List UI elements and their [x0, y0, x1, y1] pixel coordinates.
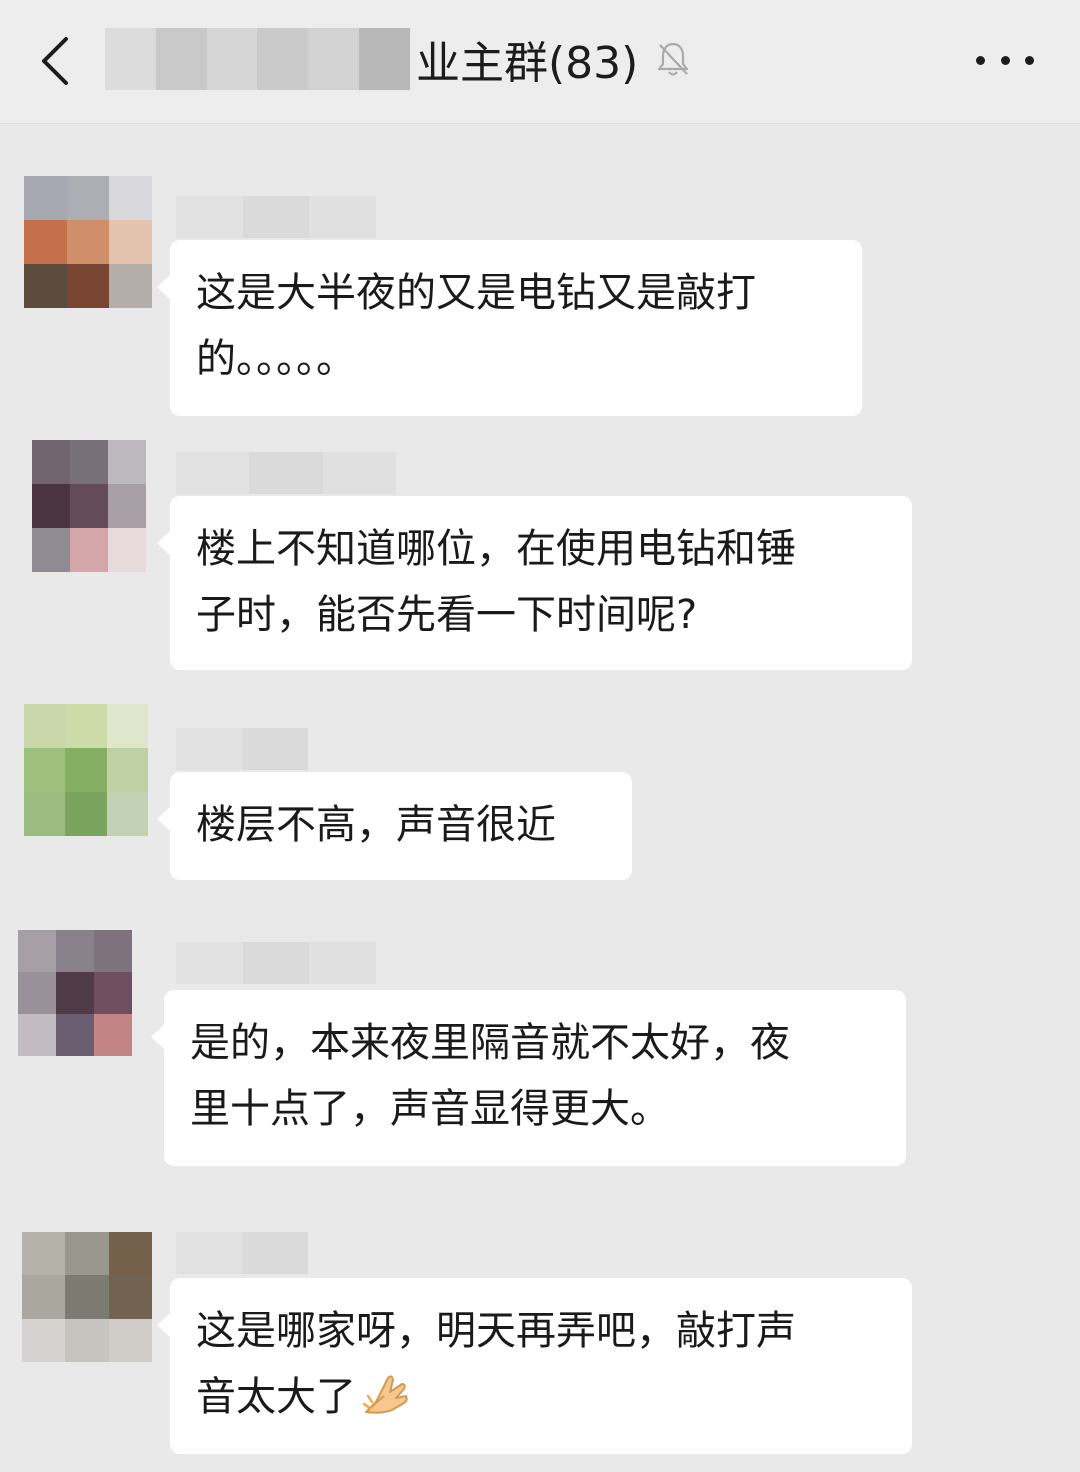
message-text-line: 楼上不知道哪位，在使用电钻和锤: [196, 526, 796, 572]
blurred-group-name: [105, 28, 410, 90]
chat-header: 业主群(83): [0, 0, 1080, 124]
message-text-line: 里十点了，声音显得更大。: [190, 1086, 670, 1132]
message-text-line: 这是哪家呀，明天再弄吧，敲打声: [196, 1308, 796, 1354]
praying-hands-icon: [362, 1370, 412, 1436]
chat-title: 业主群(83): [416, 38, 639, 89]
more-dots-icon[interactable]: [976, 48, 1034, 72]
message-bubble[interactable]: 这是大半夜的又是电钻又是敲打 的。。。。。: [157, 240, 862, 416]
avatar[interactable]: [22, 1232, 152, 1362]
message-text-segment: 音太大了: [196, 1374, 356, 1420]
message-text-line: 这是大半夜的又是电钻又是敲打: [196, 270, 756, 316]
avatar[interactable]: [24, 704, 148, 836]
bell-off-icon: [656, 39, 694, 79]
message-bubble[interactable]: 楼层不高，声音很近: [157, 772, 632, 880]
chevron-left-icon[interactable]: [30, 34, 80, 88]
chat-message-list[interactable]: 这是大半夜的又是电钻又是敲打 的。。。。。 楼上不知道哪位，在使用电钻和锤 子时…: [0, 124, 1080, 1472]
message-text-line: 的。。。。。: [196, 336, 356, 382]
blurred-sender-name: [176, 1232, 308, 1274]
blurred-sender-name: [176, 196, 377, 238]
message-bubble[interactable]: 楼上不知道哪位，在使用电钻和锤 子时，能否先看一下时间呢?: [157, 496, 912, 670]
message-text-line: 是的，本来夜里隔音就不太好，夜: [190, 1020, 790, 1066]
blurred-sender-name: [176, 728, 308, 770]
blurred-sender-name: [176, 942, 377, 984]
avatar[interactable]: [24, 176, 152, 308]
avatar[interactable]: [18, 930, 132, 1056]
avatar[interactable]: [32, 440, 146, 572]
chat-title-area[interactable]: 业主群(83): [105, 28, 694, 90]
message-text-line: 音太大了: [196, 1364, 888, 1436]
message-bubble[interactable]: 这是哪家呀，明天再弄吧，敲打声 音太大了: [157, 1278, 912, 1454]
message-text-line: 子时，能否先看一下时间呢?: [196, 592, 698, 638]
message-text-line: 楼层不高，声音很近: [196, 802, 556, 848]
blurred-sender-name: [176, 452, 396, 494]
message-bubble[interactable]: 是的，本来夜里隔音就不太好，夜 里十点了，声音显得更大。: [151, 990, 906, 1166]
